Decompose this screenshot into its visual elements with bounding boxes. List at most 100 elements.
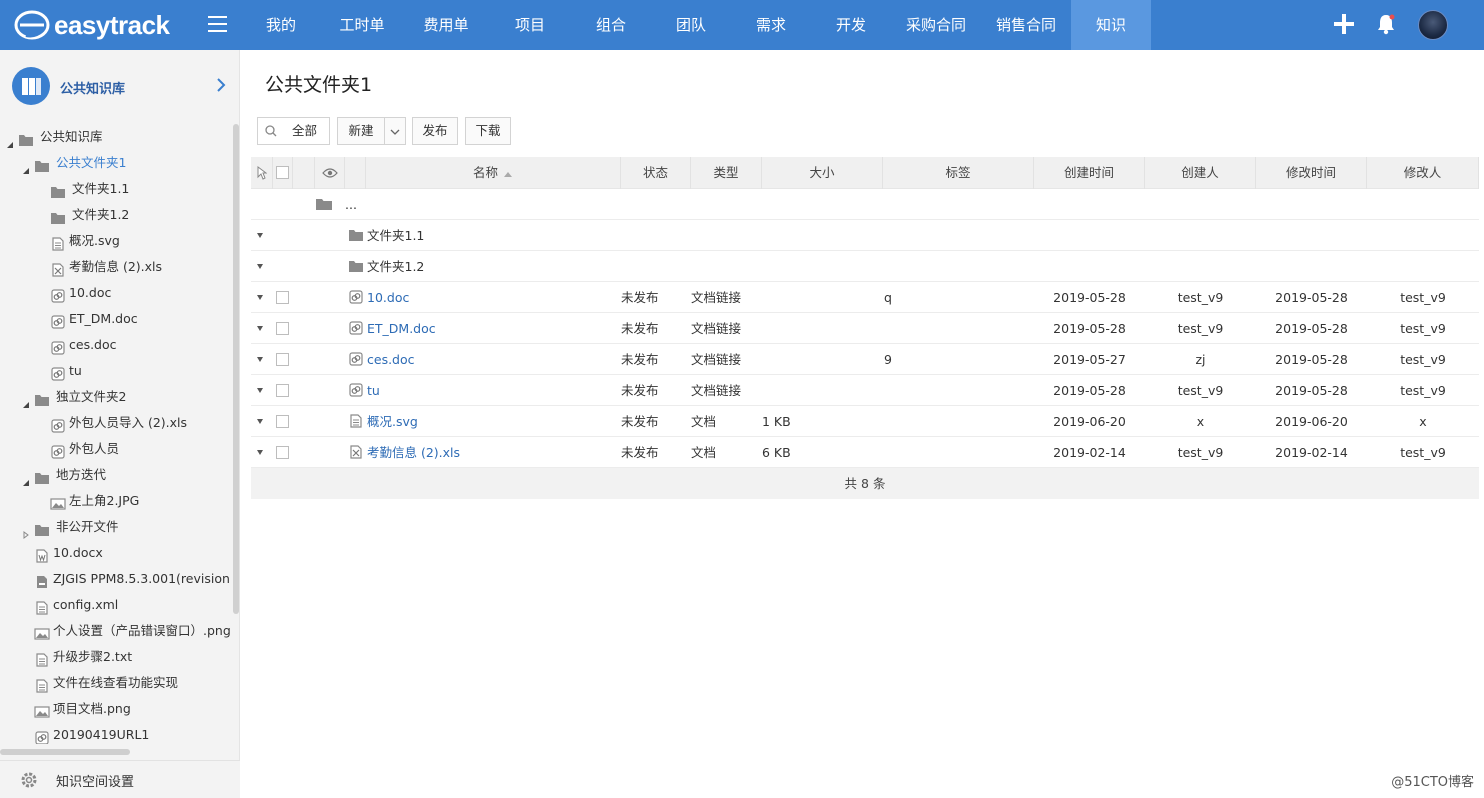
nav-item-9[interactable]: 销售合同 xyxy=(981,0,1071,50)
row-checkbox[interactable] xyxy=(276,291,289,304)
file-name-cell[interactable]: ces.doc xyxy=(367,344,415,375)
new-dropdown-toggle[interactable] xyxy=(384,117,406,145)
publish-button[interactable]: 发布 xyxy=(412,117,458,145)
modified-time-cell: 2019-02-14 xyxy=(1275,445,1348,460)
nav-item-3[interactable]: 项目 xyxy=(489,0,571,50)
tree-expanded-toggle-icon[interactable] xyxy=(22,158,32,174)
tree-item[interactable]: 公共知识库 xyxy=(0,124,232,150)
tree-item[interactable]: 升级步骤2.txt xyxy=(0,644,232,670)
tree-item[interactable]: 左上角2.JPG xyxy=(0,488,232,514)
tree-item[interactable]: 非公开文件 xyxy=(0,514,232,540)
tree-item[interactable]: 文件夹1.1 xyxy=(0,176,232,202)
chevron-right-icon[interactable] xyxy=(216,78,226,92)
tree-item[interactable]: 文件在线查看功能实现 xyxy=(0,670,232,696)
table-row[interactable]: 文件夹1.1 xyxy=(251,220,1479,251)
knowledge-space-settings-link[interactable]: 知识空间设置 xyxy=(56,771,134,790)
tree-item[interactable]: 20190419URL1 xyxy=(0,722,232,744)
nav-item-5[interactable]: 团队 xyxy=(651,0,731,50)
download-button[interactable]: 下载 xyxy=(465,117,511,145)
row-checkbox[interactable] xyxy=(276,415,289,428)
nav-item-1[interactable]: 工时单 xyxy=(321,0,403,50)
nav-item-10[interactable]: 知识 xyxy=(1071,0,1151,50)
tag-column-header[interactable]: 标签 xyxy=(883,157,1034,189)
row-checkbox[interactable] xyxy=(276,384,289,397)
filter-dropdown[interactable]: 全部 xyxy=(257,117,330,145)
nav-item-6[interactable]: 需求 xyxy=(731,0,811,50)
tree-item[interactable]: 外包人员 xyxy=(0,436,232,462)
tree-expanded-toggle-icon[interactable] xyxy=(22,392,32,408)
row-expand-toggle-icon[interactable] xyxy=(257,450,263,455)
tree-item[interactable]: 10.doc xyxy=(0,280,232,306)
eye-icon[interactable] xyxy=(321,168,338,178)
file-name-cell[interactable]: 文件夹1.2 xyxy=(367,251,424,282)
tree-item[interactable]: 公共文件夹1 xyxy=(0,150,232,176)
row-expand-toggle-icon[interactable] xyxy=(257,419,263,424)
table-row[interactable]: 文件夹1.2 xyxy=(251,251,1479,282)
table-row[interactable]: 10.doc 未发布 文档链接 q 2019-05-28 test_v9 2019-05-2… xyxy=(251,282,1479,313)
tree-item[interactable]: 考勤信息 (2).xls xyxy=(0,254,232,280)
sort-ascending-icon[interactable] xyxy=(498,165,513,180)
tree-expanded-toggle-icon[interactable] xyxy=(6,132,16,148)
row-expand-toggle-icon[interactable] xyxy=(257,357,263,362)
hamburger-menu-icon[interactable] xyxy=(208,16,227,32)
nav-item-4[interactable]: 组合 xyxy=(571,0,651,50)
type-column-header[interactable]: 类型 xyxy=(691,157,762,189)
name-column-header[interactable]: 名称 xyxy=(366,157,621,189)
tree-item[interactable]: 外包人员导入 (2).xls xyxy=(0,410,232,436)
row-checkbox[interactable] xyxy=(276,353,289,366)
nav-item-0[interactable]: 我的 xyxy=(241,0,321,50)
file-name-cell[interactable]: 10.doc xyxy=(367,282,409,313)
row-checkbox[interactable] xyxy=(276,322,289,335)
tree-item[interactable]: 独立文件夹2 xyxy=(0,384,232,410)
app-logo[interactable]: easytrack xyxy=(14,8,170,42)
file-name-cell[interactable]: 考勤信息 (2).xls xyxy=(367,437,460,468)
tree-item[interactable]: 项目文档.png xyxy=(0,696,232,722)
user-avatar[interactable] xyxy=(1418,10,1448,40)
status-column-header[interactable]: 状态 xyxy=(621,157,691,189)
table-row[interactable]: 考勤信息 (2).xls 未发布 文档 6 KB 2019-02-14 test_v9 20… xyxy=(251,437,1479,468)
new-button[interactable]: 新建 xyxy=(337,117,385,145)
tree-item[interactable]: tu xyxy=(0,358,232,384)
file-name-cell[interactable]: tu xyxy=(367,375,380,406)
tree-expanded-toggle-icon[interactable] xyxy=(22,470,32,486)
table-row[interactable]: ET_DM.doc 未发布 文档链接 2019-05-28 test_v9 2019-05… xyxy=(251,313,1479,344)
created-time-column-header[interactable]: 创建时间 xyxy=(1034,157,1145,189)
file-name-cell[interactable]: 概况.svg xyxy=(367,406,418,437)
file-name-cell[interactable]: ET_DM.doc xyxy=(367,313,436,344)
tree-item[interactable]: 地方迭代 xyxy=(0,462,232,488)
tree-item[interactable]: ZJGIS PPM8.5.3.001(revision 59 xyxy=(0,566,232,592)
row-expand-toggle-icon[interactable] xyxy=(257,388,263,393)
modified-time-column-header[interactable]: 修改时间 xyxy=(1256,157,1367,189)
table-row[interactable]: 概况.svg 未发布 文档 1 KB 2019-06-20 x 2019-06-20 x xyxy=(251,406,1479,437)
tree-item[interactable]: ces.doc xyxy=(0,332,232,358)
tree-collapsed-toggle-icon[interactable] xyxy=(22,522,32,539)
file-name-cell[interactable]: 文件夹1.1 xyxy=(367,220,424,251)
row-expand-toggle-icon[interactable] xyxy=(257,326,263,331)
nav-item-8[interactable]: 采购合同 xyxy=(891,0,981,50)
tree-item[interactable]: 10.docx xyxy=(0,540,232,566)
size-column-header[interactable]: 大小 xyxy=(762,157,883,189)
tree-item-label: 外包人员 xyxy=(69,441,120,456)
tree-item[interactable]: ET_DM.doc xyxy=(0,306,232,332)
tree-item[interactable]: 概况.svg xyxy=(0,228,232,254)
sidebar-horizontal-scrollbar[interactable] xyxy=(0,749,130,755)
add-icon[interactable] xyxy=(1334,14,1354,34)
select-all-checkbox[interactable] xyxy=(276,166,289,179)
table-row[interactable]: tu 未发布 文档链接 2019-05-28 test_v9 2019-05-28 test… xyxy=(251,375,1479,406)
table-row[interactable]: ces.doc 未发布 文档链接 9 2019-05-27 zj 2019-05-28 tes… xyxy=(251,344,1479,375)
modifier-column-header[interactable]: 修改人 xyxy=(1367,157,1479,189)
row-expand-toggle-icon[interactable] xyxy=(257,295,263,300)
tree-item[interactable]: 文件夹1.2 xyxy=(0,202,232,228)
notification-bell-icon[interactable] xyxy=(1376,13,1396,35)
nav-item-2[interactable]: 费用单 xyxy=(403,0,489,50)
row-checkbox[interactable] xyxy=(276,446,289,459)
parent-folder-row[interactable]: ... xyxy=(251,189,1479,220)
creator-column-header[interactable]: 创建人 xyxy=(1145,157,1256,189)
sidebar-footer[interactable]: 知识空间设置 xyxy=(0,760,240,798)
row-expand-toggle-icon[interactable] xyxy=(257,264,263,269)
row-expand-toggle-icon[interactable] xyxy=(257,233,263,238)
sidebar-vertical-scrollbar[interactable] xyxy=(233,124,239,614)
tree-item[interactable]: config.xml xyxy=(0,592,232,618)
tree-item[interactable]: 个人设置（产品错误窗口）.png xyxy=(0,618,232,644)
nav-item-7[interactable]: 开发 xyxy=(811,0,891,50)
